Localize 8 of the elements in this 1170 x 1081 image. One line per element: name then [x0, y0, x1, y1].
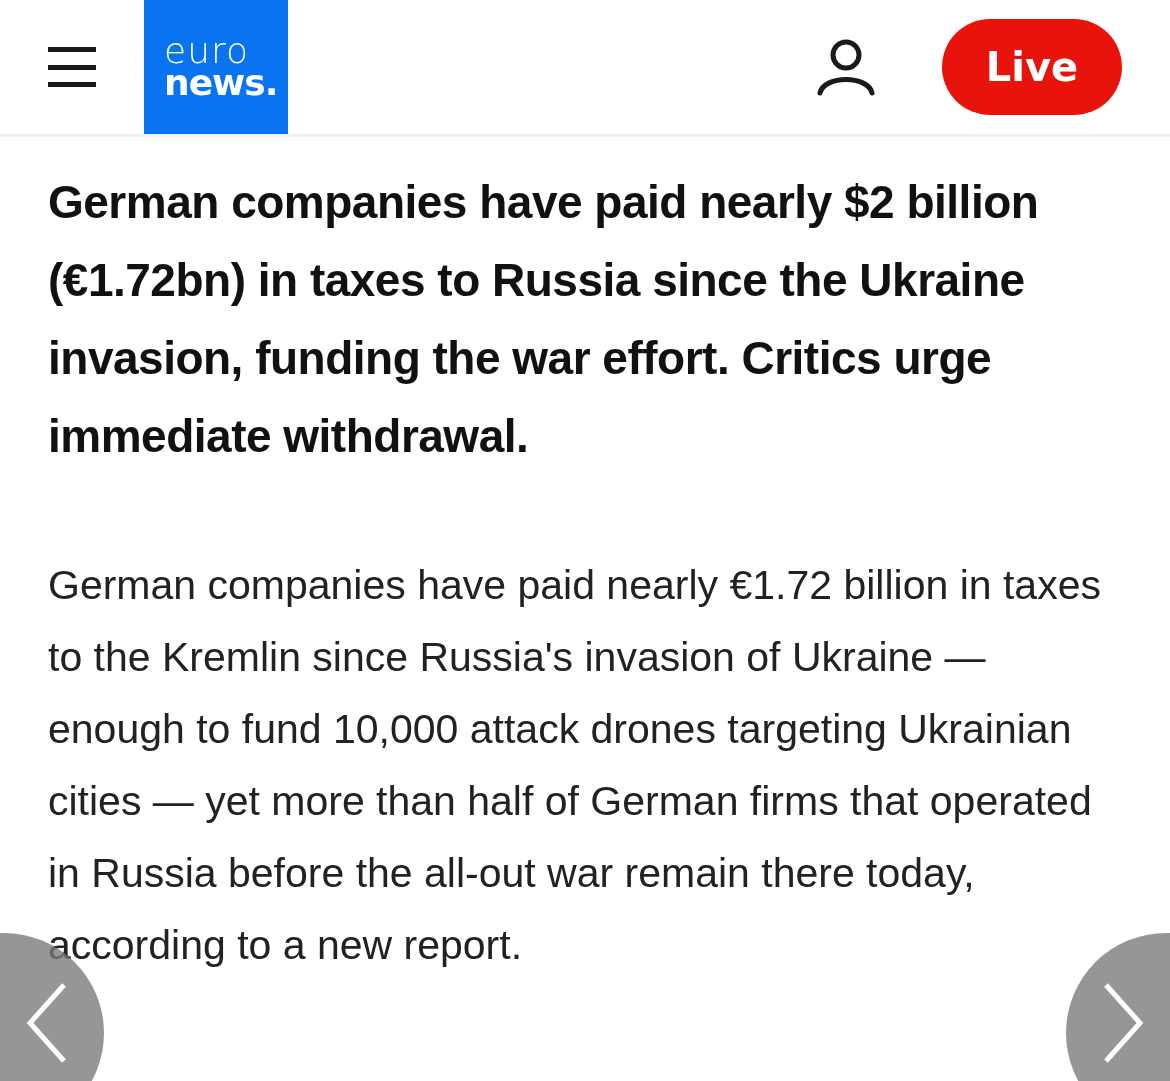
chevron-left-icon: [24, 981, 68, 1065]
article-body: German companies have paid nearly €1.72 billion in taxes to the Kremlin since Russia's invasion of Ukraine — enough to fund 10,000 attack drones targeting Ukrainian cities — yet more than half of German firms that operated in Russia before the all-out war remain there today, according to a new report.: [48, 561, 1102, 970]
user-icon[interactable]: [816, 37, 876, 97]
menu-icon[interactable]: [48, 47, 96, 87]
chevron-right-icon: [1102, 981, 1146, 1065]
article-headline: German companies have paid nearly $2 billion (€1.72bn) in taxes to Russia since the Ukraine invasion, funding the war effort. Critics urge immediate withdrawal.: [48, 175, 1040, 464]
logo[interactable]: euro news.: [144, 0, 288, 134]
live-button[interactable]: Live: [942, 19, 1122, 115]
